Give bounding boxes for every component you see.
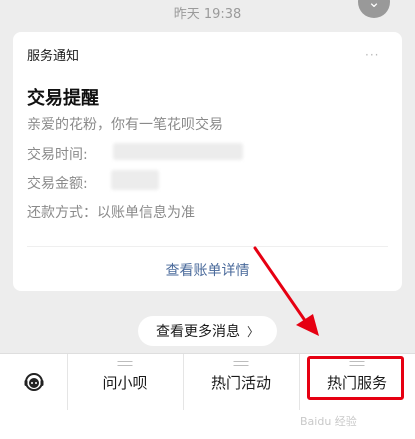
red-arrow-icon [253,246,319,336]
watermark: Baidu 经验 [300,402,415,439]
watermark-text: Baidu 经验 [300,414,357,428]
